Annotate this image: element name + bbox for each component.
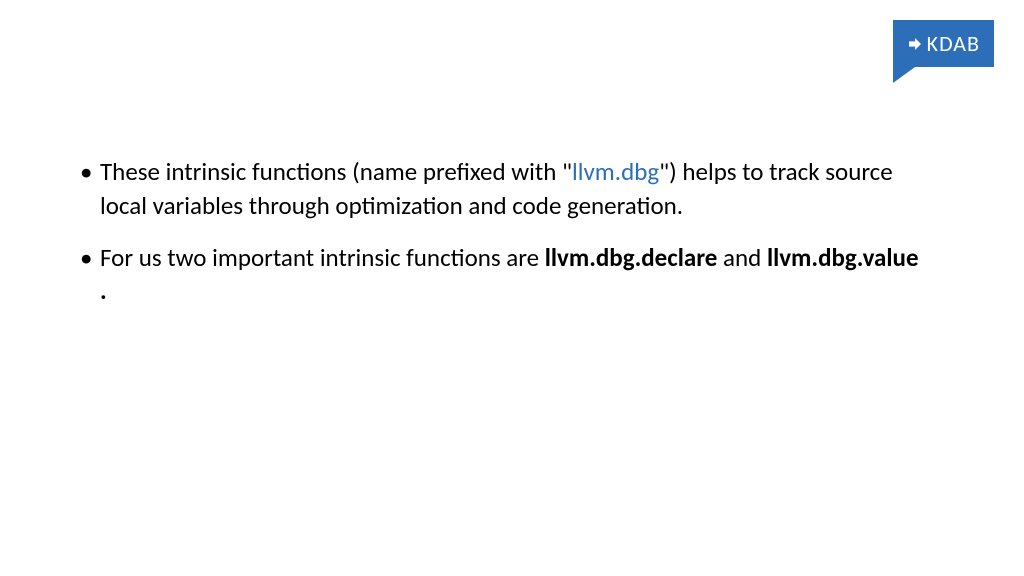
slide-content: These intrinsic functions (name prefixed… bbox=[80, 155, 924, 326]
logo-text: KDAB bbox=[927, 30, 980, 57]
logo: KDAB bbox=[893, 20, 994, 67]
bullet-item-1: These intrinsic functions (name prefixed… bbox=[80, 155, 924, 223]
bold-text: llvm.dbg.declare bbox=[545, 242, 718, 273]
logo-flag bbox=[893, 67, 915, 83]
text-segment: and bbox=[717, 242, 767, 273]
bullet-item-2: For us two important intrinsic functions… bbox=[80, 241, 924, 309]
link-text: llvm.dbg bbox=[572, 156, 659, 187]
logo-icon bbox=[907, 36, 923, 52]
bullet-list: These intrinsic functions (name prefixed… bbox=[80, 155, 924, 308]
logo-box: KDAB bbox=[893, 20, 994, 67]
text-segment: These intrinsic functions (name prefixed… bbox=[100, 156, 572, 187]
text-segment: For us two important intrinsic functions… bbox=[100, 242, 545, 273]
